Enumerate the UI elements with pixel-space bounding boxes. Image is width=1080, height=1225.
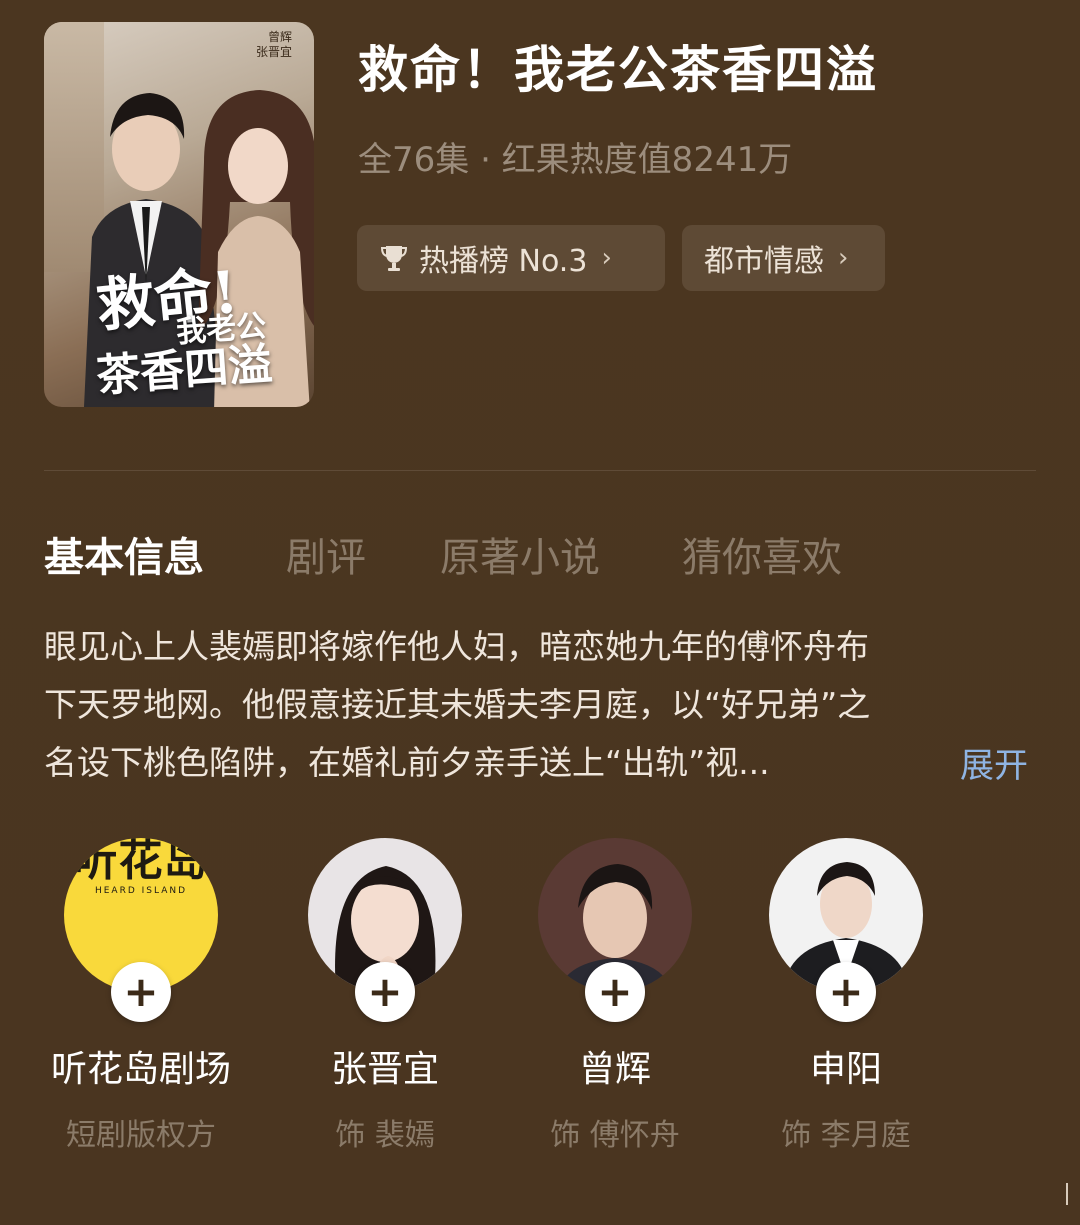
person-role: 短剧版权方 [66,1118,216,1153]
synopsis-line: 眼见心上人裴嫣即将嫁作他人妇，暗恋她九年的傅怀舟布 [44,627,869,666]
drama-detail-page: 曾辉 张晋宜 救命! 我老公 茶香四溢 救命！我老公茶香四溢 全76集 · 红果… [0,0,1080,1225]
poster-cast-name: 曾辉 [267,30,292,44]
plus-icon[interactable]: + [816,962,876,1022]
person-name: 张晋宜 [330,1049,439,1090]
person-name: 申阳 [809,1049,882,1090]
synopsis-text: 眼见心上人裴嫣即将嫁作他人妇，暗恋她九年的傅怀舟布 下天罗地网。他假意接近其未婚… [44,618,1044,792]
avatar[interactable]: + [769,838,923,1022]
drama-title: 救命！我老公茶香四溢 [358,41,878,99]
poster-cast-names: 曾辉 张晋宜 [232,30,292,60]
person-name: 听花岛剧场 [50,1049,231,1090]
avatar[interactable]: + [308,838,462,1022]
person-card-actor[interactable]: + 申阳 饰 李月庭 [731,838,961,1154]
studio-logo-subtext: HEARD ISLAND [94,886,188,896]
person-role: 饰 李月庭 [781,1118,911,1153]
section-divider [44,470,1036,471]
scroll-indicator [1066,1183,1068,1205]
genre-chip[interactable]: 都市情感 › [682,225,885,291]
person-name: 曾辉 [578,1049,651,1090]
chevron-right-icon: › [838,243,849,273]
synopsis-line: 名设下桃色陷阱，在婚礼前夕亲手送上“出轨”视... [44,743,770,782]
rank-chip-label: 热播榜 No.3 [419,244,588,279]
drama-meta: 全76集 · 红果热度值8241万 [358,140,793,180]
tab-reviews[interactable]: 剧评 [286,525,366,583]
person-card-studio[interactable]: 听花岛 HEARD ISLAND + 听花岛剧场 短剧版权方 [26,838,256,1154]
person-card-actress[interactable]: + 张晋宜 饰 裴嫣 [270,838,500,1154]
drama-poster[interactable]: 曾辉 张晋宜 救命! 我老公 茶香四溢 [44,22,314,407]
synopsis-line: 下天罗地网。他假意接近其未婚夫李月庭，以“好兄弟”之 [44,685,871,724]
poster-title-art: 救命! 我老公 茶香四溢 [93,252,314,403]
poster-cast-name: 张晋宜 [255,45,292,59]
chevron-right-icon: › [601,243,612,273]
plus-icon[interactable]: + [111,962,171,1022]
person-role: 饰 裴嫣 [335,1118,435,1153]
genre-chip-label: 都市情感 [704,244,824,279]
tab-original-novel[interactable]: 原著小说 [440,525,600,583]
trophy-icon [379,243,409,273]
person-card-actor[interactable]: + 曾辉 饰 傅怀舟 [500,838,730,1154]
expand-button[interactable]: 展开 [960,738,1028,787]
poster-title-line: 茶香四溢 [94,338,274,403]
tab-basic-info[interactable]: 基本信息 [44,525,204,583]
plus-icon[interactable]: + [355,962,415,1022]
studio-logo-text: 听花岛 [73,838,209,886]
avatar[interactable]: + [538,838,692,1022]
plus-icon[interactable]: + [585,962,645,1022]
tab-recommendations[interactable]: 猜你喜欢 [682,525,842,583]
rank-chip[interactable]: 热播榜 No.3 › [357,225,665,291]
avatar[interactable]: 听花岛 HEARD ISLAND + [64,838,218,1022]
person-role: 饰 傅怀舟 [550,1118,680,1153]
